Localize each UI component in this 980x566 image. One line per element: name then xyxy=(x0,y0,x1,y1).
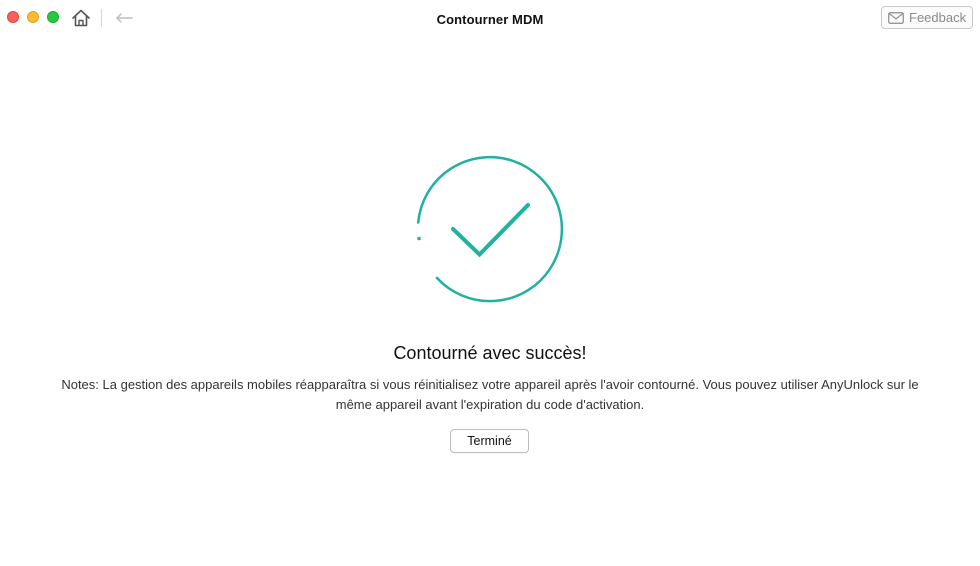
success-ring xyxy=(416,155,564,303)
title-bar: Contourner MDM Feedback xyxy=(0,0,980,38)
feedback-button[interactable]: Feedback xyxy=(881,6,973,29)
success-check xyxy=(451,203,530,258)
success-ring-dot xyxy=(417,236,421,241)
success-notes: Notes: La gestion des appareils mobiles … xyxy=(61,377,919,412)
feedback-label: Feedback xyxy=(909,10,967,25)
mail-icon xyxy=(888,11,904,24)
success-heading: Contourné avec succès! xyxy=(393,343,587,363)
window-title: Contourner MDM xyxy=(436,12,544,27)
done-button[interactable]: Terminé xyxy=(450,429,529,453)
app-window: Contourner MDM Feedback Contourné avec s… xyxy=(0,0,980,566)
checkmark-circle-icon xyxy=(416,155,564,303)
